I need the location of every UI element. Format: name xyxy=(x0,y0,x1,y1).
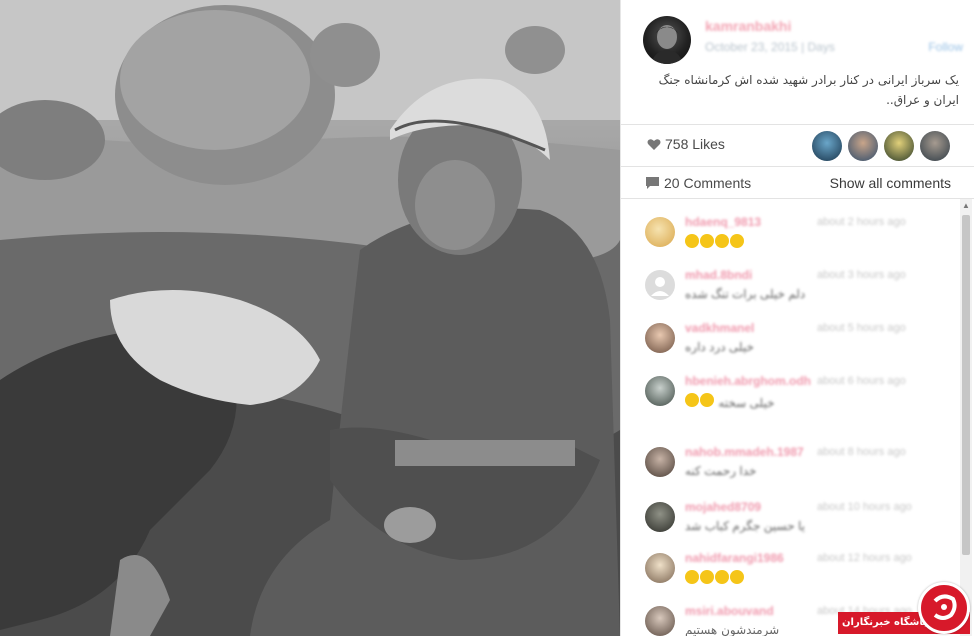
comment-item: mojahed8709 about 10 hours ago یا حسین ج… xyxy=(621,494,961,544)
liker-avatar[interactable] xyxy=(848,131,878,161)
comment-text: یا حسین جگرم کباب شد xyxy=(685,519,805,533)
comment-time: about 2 hours ago xyxy=(817,216,906,228)
liker-avatar[interactable] xyxy=(884,131,914,161)
comment-time: about 5 hours ago xyxy=(817,322,906,334)
likes-count[interactable]: 758 Likes xyxy=(647,136,725,152)
comment-text: خدا رحمت کنه xyxy=(685,464,757,478)
commenter-username[interactable]: nahob.mmadeh.1987 xyxy=(685,445,804,459)
liker-avatar[interactable] xyxy=(920,131,950,161)
post-date: October 23, 2015 | Days xyxy=(705,40,835,54)
commenter-username[interactable]: vadkhmanel xyxy=(685,321,754,335)
emoji-icon xyxy=(715,234,729,248)
war-photo-scene xyxy=(0,0,620,636)
show-all-comments-link[interactable]: Show all comments xyxy=(830,175,951,191)
comments-count-label: 20 Comments xyxy=(664,175,752,191)
comment-time: about 12 hours ago xyxy=(817,552,912,564)
commenter-username[interactable]: msiri.abouvand xyxy=(685,604,774,618)
commenter-username[interactable]: mhad.8bndi xyxy=(685,268,752,282)
commenter-avatar[interactable] xyxy=(645,502,675,532)
likes-label: 758 Likes xyxy=(665,136,725,152)
commenter-avatar[interactable] xyxy=(645,217,675,247)
commenter-username[interactable]: hbenieh.abrghom.odh xyxy=(685,374,811,388)
comment-item: nahob.mmadeh.1987 about 8 hours ago خدا … xyxy=(621,439,961,489)
comment-emoji: خیلی سخته xyxy=(685,393,775,410)
post-photo[interactable] xyxy=(0,0,620,636)
comment-item: hbenieh.abrghom.odh about 6 hours ago خی… xyxy=(621,368,961,418)
comments-list: hdaenq_9813 about 2 hours ago mhad.8bndi… xyxy=(621,203,961,636)
emoji-icon xyxy=(700,393,714,407)
comments-bar: 20 Comments Show all comments xyxy=(621,168,974,198)
comments-count[interactable]: 20 Comments xyxy=(645,175,751,191)
comment-time: about 6 hours ago xyxy=(817,375,906,387)
liker-avatar[interactable] xyxy=(812,131,842,161)
follow-button[interactable]: Follow xyxy=(928,40,963,54)
post-panel: kamranbakhi October 23, 2015 | Days Foll… xyxy=(620,0,974,636)
commenter-username[interactable]: mojahed8709 xyxy=(685,500,761,514)
comment-item: mhad.8bndi about 3 hours ago دلم خیلی بر… xyxy=(621,262,961,312)
commenter-avatar[interactable] xyxy=(645,376,675,406)
divider xyxy=(621,166,974,167)
comment-item: vadkhmanel about 5 hours ago خیلی درد دا… xyxy=(621,315,961,365)
comment-text: دلم خیلی برات تنگ شده xyxy=(685,287,806,301)
emoji-icon xyxy=(730,570,744,584)
comment-item: hdaenq_9813 about 2 hours ago xyxy=(621,209,961,259)
emoji-icon xyxy=(700,234,714,248)
commenter-username[interactable]: nahidfarangi1986 xyxy=(685,551,784,565)
commenter-avatar[interactable] xyxy=(645,606,675,636)
comment-item: nahidfarangi1986 about 12 hours ago xyxy=(621,545,961,595)
emoji-icon xyxy=(685,393,699,407)
commenter-avatar[interactable] xyxy=(645,553,675,583)
commenter-username[interactable]: hdaenq_9813 xyxy=(685,215,761,229)
comment-time: about 3 hours ago xyxy=(817,269,906,281)
comment-text: خیلی سخته xyxy=(718,396,775,410)
scroll-up-icon[interactable]: ▲ xyxy=(961,201,971,211)
emoji-icon xyxy=(685,234,699,248)
comment-emoji xyxy=(685,570,745,587)
scroll-thumb[interactable] xyxy=(962,215,970,555)
comment-text: شرمندشون هستیم xyxy=(685,623,780,636)
liker-avatars xyxy=(812,131,950,161)
commenter-avatar[interactable] xyxy=(645,323,675,353)
emoji-icon xyxy=(685,570,699,584)
post-header: kamranbakhi October 23, 2015 | Days Foll… xyxy=(621,0,974,64)
comment-icon xyxy=(646,177,659,189)
post-caption: یک سرباز ایرانی در کنار برادر شهید شده ا… xyxy=(658,73,959,107)
author-username[interactable]: kamranbakhi xyxy=(705,18,791,34)
commenter-avatar[interactable] xyxy=(645,447,675,477)
emoji-icon xyxy=(700,570,714,584)
comment-time: about 8 hours ago xyxy=(817,446,906,458)
divider xyxy=(621,124,974,125)
emoji-icon xyxy=(715,570,729,584)
comment-time: about 10 hours ago xyxy=(817,501,912,513)
author-avatar[interactable] xyxy=(643,16,691,64)
comment-text: خیلی درد داره xyxy=(685,340,754,354)
comments-scrollbar[interactable]: ▲ xyxy=(960,199,972,636)
commenter-avatar[interactable] xyxy=(645,270,675,300)
emoji-icon xyxy=(730,234,744,248)
divider xyxy=(621,198,974,199)
comment-emoji xyxy=(685,234,745,251)
heart-icon xyxy=(647,138,661,150)
ycn-logo-icon xyxy=(918,582,970,634)
